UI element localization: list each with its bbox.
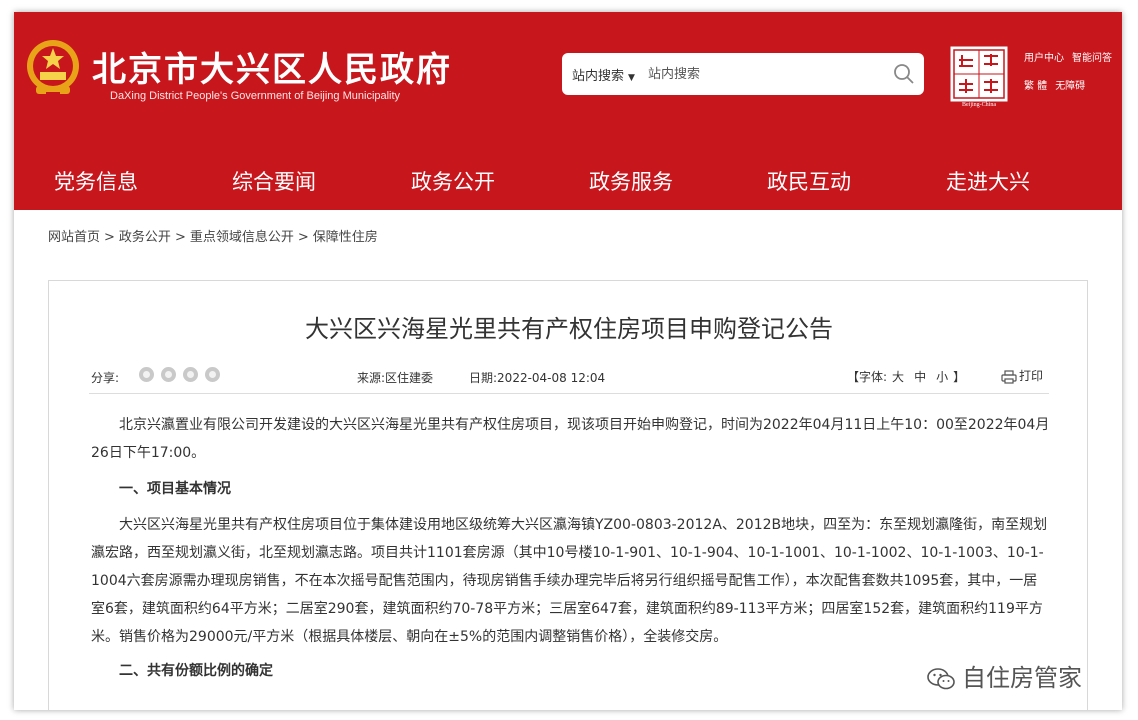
site-header: 北京市大兴区人民政府 DaXing District People's Gove…: [14, 12, 1122, 150]
search-scope-label: 站内搜索: [572, 69, 625, 84]
qzone-share-icon[interactable]: [205, 367, 220, 382]
main-nav: 党务信息 综合要闻 政务公开 政务服务 政民互动 走进大兴: [14, 150, 1122, 210]
traditional-chinese-link[interactable]: 繁 體: [1024, 81, 1047, 92]
article-panel: 大兴区兴海星光里共有产权住房项目申购登记公告 分享: 来源:区住建委 日期:20…: [48, 280, 1088, 710]
share-icons: [139, 367, 227, 382]
search-icon[interactable]: [892, 62, 916, 86]
wechat-logo-icon: [927, 668, 955, 690]
watermark: 自住房管家: [926, 658, 1082, 693]
article-title: 大兴区兴海星光里共有产权住房项目申购登记公告: [305, 315, 833, 343]
search-scope-dropdown[interactable]: 站内搜索 ▼: [572, 65, 635, 84]
watermark-text: 自住房管家: [962, 664, 1082, 692]
article-date: 日期:2022-04-08 12:04: [469, 371, 606, 385]
national-emblem-icon: [27, 40, 79, 98]
qq-share-icon[interactable]: [183, 367, 198, 382]
breadcrumb-separator: >: [174, 230, 186, 245]
breadcrumb-affordable-housing[interactable]: 保障性住房: [313, 230, 378, 245]
nav-item-party-affairs[interactable]: 党务信息: [54, 166, 138, 196]
capital-logo-icon: [950, 46, 1008, 102]
breadcrumb-separator: >: [297, 230, 309, 245]
nav-item-about-daxing[interactable]: 走进大兴: [946, 166, 1030, 196]
breadcrumb-key-areas[interactable]: 重点领域信息公开: [190, 230, 294, 245]
font-size-small-button[interactable]: 小: [936, 370, 948, 384]
capital-window-logo[interactable]: Beijing-China: [950, 46, 1008, 112]
browser-page: 北京市大兴区人民政府 DaXing District People's Gove…: [14, 12, 1122, 710]
font-size-medium-button[interactable]: 中: [914, 370, 926, 384]
nav-item-news[interactable]: 综合要闻: [232, 166, 316, 196]
font-size-large-button[interactable]: 大: [892, 370, 904, 384]
accessibility-link[interactable]: 无障碍: [1055, 81, 1085, 92]
section-heading-basic-info: 一、项目基本情况: [119, 481, 231, 497]
breadcrumb: 网站首页 > 政务公开 > 重点领域信息公开 > 保障性住房: [48, 226, 378, 245]
print-label: 打印: [1019, 369, 1044, 383]
font-size-prefix: 【字体:: [847, 370, 888, 384]
smart-qa-link[interactable]: 智能问答: [1072, 53, 1112, 64]
nav-item-gov-disclosure[interactable]: 政务公开: [411, 166, 495, 196]
font-size-control: 【字体: 大中小】: [847, 368, 965, 385]
share-label: 分享:: [91, 371, 120, 385]
article-content: 北京兴瀛置业有限公司开发建设的大兴区兴海星光里共有产权住房项目，现该项目开始申购…: [91, 411, 1051, 693]
paragraph-intro: 北京兴瀛置业有限公司开发建设的大兴区兴海星光里共有产权住房项目，现该项目开始申购…: [91, 417, 1050, 461]
font-size-suffix: 】: [953, 370, 966, 384]
meta-divider: [89, 393, 1049, 394]
article-meta: 分享: 来源:区住建委 日期:2022-04-08 12:04 【字体: 大中小】…: [49, 367, 1089, 387]
weibo-share-icon[interactable]: [161, 367, 176, 382]
breadcrumb-gov-disclosure[interactable]: 政务公开: [119, 230, 171, 245]
breadcrumb-separator: >: [104, 230, 115, 245]
print-button[interactable]: 打印: [1001, 367, 1043, 384]
section-heading-share-ratio: 二、共有份额比例的确定: [119, 663, 273, 679]
search-box: 站内搜索 ▼: [562, 53, 924, 95]
capital-logo-caption: Beijing-China: [962, 102, 996, 108]
printer-icon: [1001, 369, 1017, 384]
breadcrumb-home[interactable]: 网站首页: [48, 230, 100, 245]
user-center-link[interactable]: 用户中心: [1024, 53, 1064, 64]
site-subtitle: DaXing District People's Government of B…: [110, 90, 401, 102]
article-source: 来源:区住建委: [357, 371, 434, 385]
wechat-share-icon[interactable]: [139, 367, 154, 382]
paragraph-basic-info: 大兴区兴海星光里共有产权住房项目位于集体建设用地区级统筹大兴区瀛海镇YZ00-0…: [91, 517, 1048, 645]
nav-item-interaction[interactable]: 政民互动: [767, 166, 851, 196]
chevron-down-icon: ▼: [628, 73, 635, 83]
search-input[interactable]: [648, 61, 868, 87]
site-title: 北京市大兴区人民政府: [92, 50, 452, 90]
top-links: 用户中心 智能问答 繁 體无障碍: [1024, 52, 1120, 108]
nav-item-gov-services[interactable]: 政务服务: [589, 166, 673, 196]
